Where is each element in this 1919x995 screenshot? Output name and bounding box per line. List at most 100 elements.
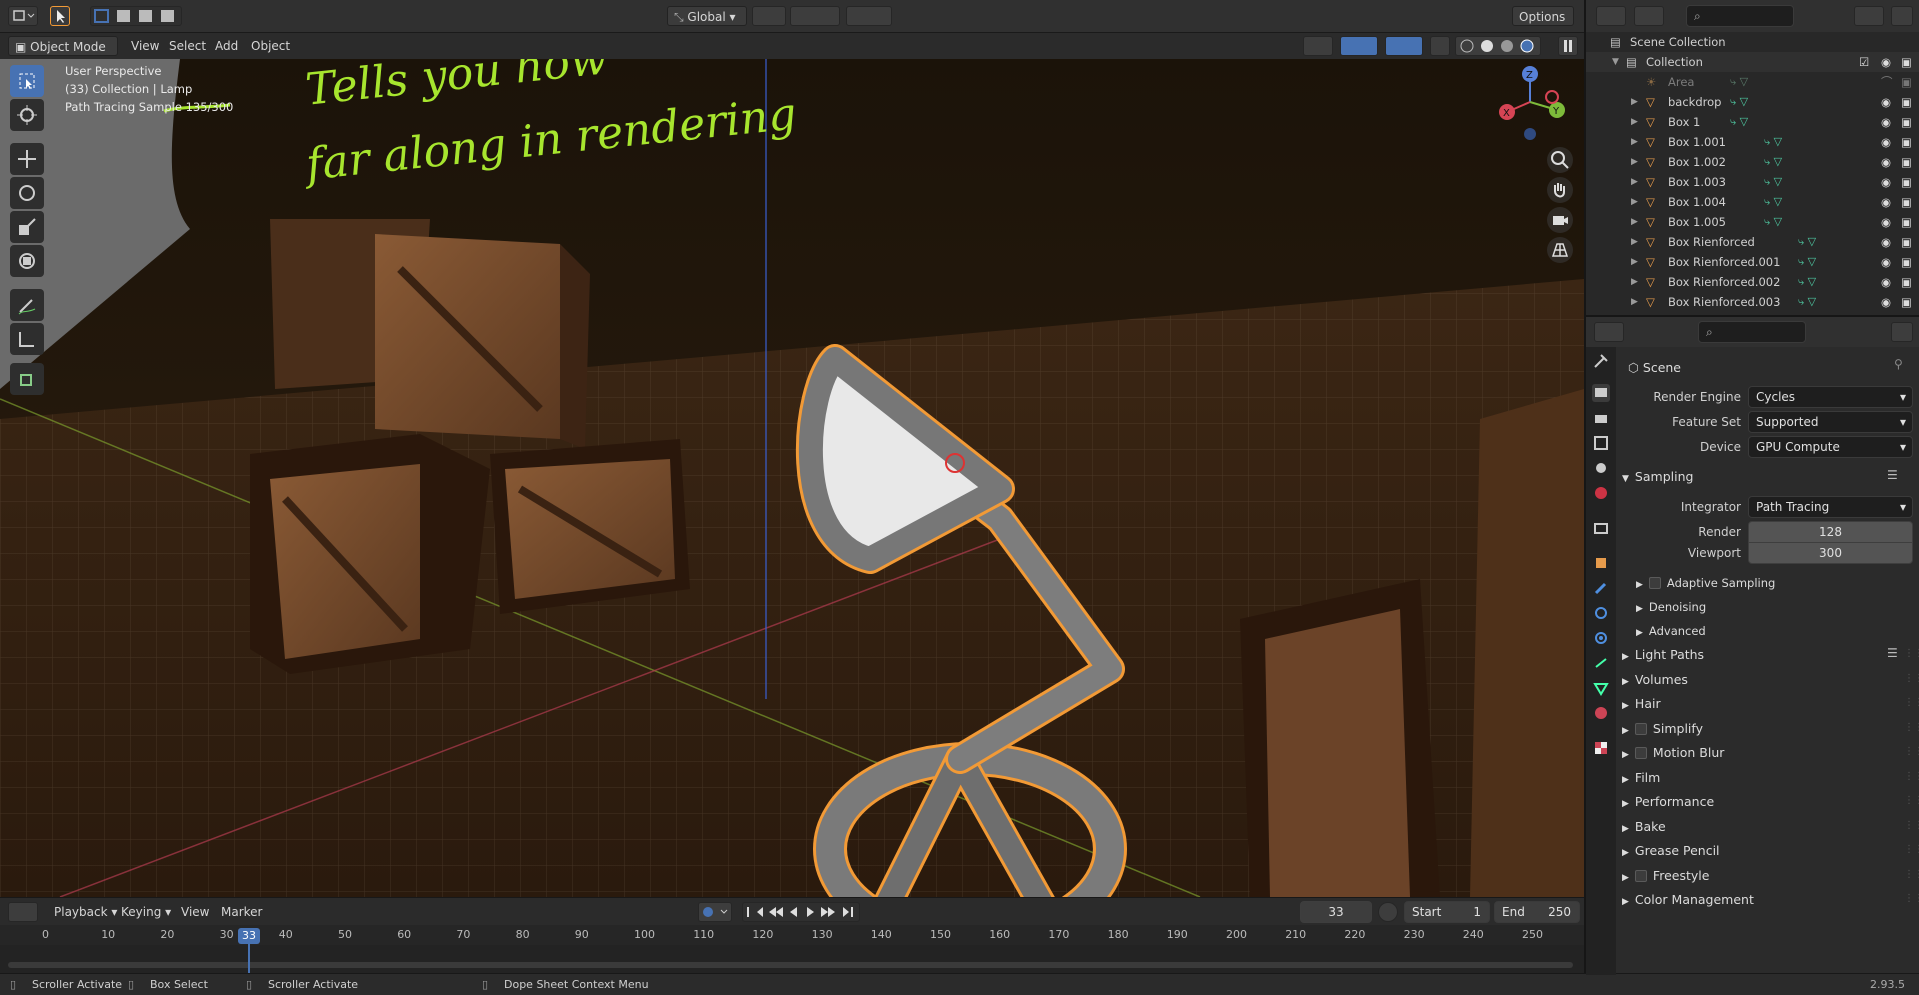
drag-handle-icon[interactable]: ⋮⋮: [1904, 795, 1919, 806]
outliner-item[interactable]: ▶ ▽ Box Rienforced.001 ⤷ ▽ ◉ ▣: [1586, 252, 1919, 272]
camera-icon[interactable]: ▣: [1901, 272, 1912, 292]
eye-icon[interactable]: ⌒: [1881, 72, 1893, 92]
camera-icon[interactable]: ▣: [1901, 132, 1912, 152]
eye-icon[interactable]: ◉: [1881, 292, 1891, 312]
zoom-icon[interactable]: [1547, 147, 1573, 173]
device-select[interactable]: GPU Compute ▾: [1748, 436, 1913, 458]
modifier-data-icon[interactable]: ⤷ ▽: [1798, 292, 1816, 312]
expand-arrow-icon[interactable]: ▶: [1631, 132, 1641, 152]
menu-object[interactable]: Object: [245, 36, 296, 56]
eye-icon[interactable]: ◉: [1881, 52, 1891, 72]
modifier-data-icon[interactable]: ⤷ ▽: [1764, 192, 1782, 212]
feature-set-select[interactable]: Supported ▾: [1748, 411, 1913, 433]
select-tool-icon[interactable]: [50, 6, 70, 26]
outliner-item[interactable]: ▶ ▽ Box 1 ⤷ ▽ ◉ ▣: [1586, 112, 1919, 132]
expand-arrow-icon[interactable]: ▶: [1631, 192, 1641, 212]
filter-icon[interactable]: [1854, 6, 1884, 26]
adaptive-sampling-subpanel[interactable]: ▶ Adaptive Sampling: [1636, 572, 1775, 594]
eye-icon[interactable]: ◉: [1881, 212, 1891, 232]
add-cube-tool-icon[interactable]: [10, 363, 44, 395]
auto-keying-icon[interactable]: [698, 902, 732, 922]
properties-options-icon[interactable]: [1891, 322, 1913, 342]
panel-header[interactable]: ▶ Hair: [1622, 693, 1661, 715]
eye-icon[interactable]: ◉: [1881, 272, 1891, 292]
shading-mode-icons[interactable]: [1455, 36, 1541, 56]
physics-tab-icon[interactable]: [1592, 629, 1610, 647]
pan-hand-icon[interactable]: [1547, 177, 1573, 203]
panel-header[interactable]: ▶ Simplify: [1622, 718, 1703, 740]
expand-arrow-icon[interactable]: ▶: [1631, 232, 1641, 252]
checkbox-icon[interactable]: ☑: [1859, 52, 1869, 72]
panel-header[interactable]: ▶ Grease Pencil: [1622, 840, 1720, 862]
object-tab-icon[interactable]: [1592, 554, 1610, 572]
timeline-track[interactable]: [0, 945, 1584, 975]
camera-icon[interactable]: ▣: [1901, 232, 1912, 252]
modifier-data-icon[interactable]: ⤷ ▽: [1730, 112, 1748, 132]
drag-handle-icon[interactable]: ⋮⋮: [1904, 771, 1919, 782]
outliner-item[interactable]: ☀ Area ⤷ ▽ ⌒ ▣: [1586, 72, 1919, 92]
outliner-item[interactable]: ▶ ▽ Box Rienforced.002 ⤷ ▽ ◉ ▣: [1586, 272, 1919, 292]
expand-arrow-icon[interactable]: ▼: [1612, 52, 1622, 72]
eye-icon[interactable]: ◉: [1881, 192, 1891, 212]
integrator-select[interactable]: Path Tracing ▾: [1748, 496, 1913, 518]
camera-icon[interactable]: ▣: [1901, 192, 1912, 212]
camera-icon[interactable]: ▣: [1901, 52, 1912, 72]
drag-handle-icon[interactable]: ⋮⋮: [1904, 869, 1919, 880]
pin-icon[interactable]: ⚲: [1894, 357, 1903, 371]
outliner-item[interactable]: ▶ ▽ Box 1.004 ⤷ ▽ ◉ ▣: [1586, 192, 1919, 212]
modifier-data-icon[interactable]: ⤷ ▽: [1730, 92, 1748, 112]
panel-checkbox[interactable]: [1634, 869, 1647, 882]
timeline-editor-type-icon[interactable]: [8, 902, 38, 922]
scene-tab-icon[interactable]: [1592, 459, 1610, 477]
drag-handle-icon[interactable]: ⋮⋮: [1904, 648, 1919, 659]
tool-tab-icon[interactable]: [1592, 352, 1610, 370]
playback-controls-icon[interactable]: [742, 902, 860, 922]
modifier-data-icon[interactable]: ⤷ ▽: [1730, 72, 1748, 92]
advanced-subpanel[interactable]: ▶ Advanced: [1636, 620, 1706, 642]
render-engine-select[interactable]: Cycles ▾: [1748, 386, 1913, 408]
select-box-tool-icon[interactable]: [10, 65, 44, 97]
eye-icon[interactable]: ◉: [1881, 172, 1891, 192]
drag-handle-icon[interactable]: ⋮⋮: [1904, 844, 1919, 855]
editor-type-icon[interactable]: [8, 6, 38, 26]
panel-checkbox[interactable]: [1634, 747, 1647, 759]
outliner-editor-type-icon[interactable]: [1596, 6, 1626, 26]
denoising-subpanel[interactable]: ▶ Denoising: [1636, 596, 1706, 618]
menu-add[interactable]: Add: [209, 36, 244, 56]
expand-arrow-icon[interactable]: ▶: [1631, 252, 1641, 272]
playhead[interactable]: 33: [238, 928, 260, 944]
gizmo-toggle-icon[interactable]: [1340, 36, 1378, 56]
drag-handle-icon[interactable]: ⋮⋮: [1904, 722, 1919, 733]
panel-header[interactable]: ▶ Freestyle: [1622, 865, 1709, 887]
camera-icon[interactable]: ▣: [1901, 292, 1912, 312]
overlay-toggle-icon[interactable]: [1385, 36, 1423, 56]
world-tab-icon[interactable]: [1592, 484, 1610, 502]
drag-handle-icon[interactable]: ⋮⋮: [1904, 893, 1919, 904]
mode-select[interactable]: ▣ Object Mode ▾: [8, 36, 118, 74]
proportional-editing-icon[interactable]: [846, 6, 892, 26]
eye-icon[interactable]: ◉: [1881, 92, 1891, 112]
transform-orientation-select[interactable]: ⤡ Global ▾: [667, 6, 747, 26]
expand-arrow-icon[interactable]: ▶: [1631, 272, 1641, 292]
properties-editor-type-icon[interactable]: [1594, 322, 1624, 342]
camera-view-icon[interactable]: [1547, 207, 1573, 233]
drag-handle-icon[interactable]: ⋮⋮: [1904, 746, 1919, 757]
modifier-tab-icon[interactable]: [1592, 579, 1610, 597]
view-layer-tab-icon[interactable]: [1592, 434, 1610, 452]
options-dropdown[interactable]: Options ▾: [1512, 6, 1574, 44]
eye-icon[interactable]: ◉: [1881, 152, 1891, 172]
snap-icon[interactable]: [790, 6, 840, 26]
outliner-item[interactable]: ▶ ▽ Box 1.003 ⤷ ▽ ◉ ▣: [1586, 172, 1919, 192]
camera-icon[interactable]: ▣: [1901, 72, 1912, 92]
expand-arrow-icon[interactable]: ▶: [1631, 92, 1641, 112]
eye-icon[interactable]: ◉: [1881, 132, 1891, 152]
eye-icon[interactable]: ◉: [1881, 232, 1891, 252]
outliner-search-input[interactable]: ⌕: [1686, 5, 1794, 27]
render-tab-icon[interactable]: [1592, 384, 1610, 402]
panel-header[interactable]: ▶ Film: [1622, 767, 1660, 789]
sampling-panel-header[interactable]: ▼ Sampling: [1622, 466, 1693, 488]
outliner-collection[interactable]: ▼ ▤ Collection ☑ ◉ ▣: [1586, 52, 1919, 72]
navigation-gizmo[interactable]: Z Y X: [1495, 62, 1565, 142]
display-mode-icon[interactable]: [1634, 6, 1664, 26]
current-frame-field[interactable]: 33: [1300, 901, 1372, 923]
